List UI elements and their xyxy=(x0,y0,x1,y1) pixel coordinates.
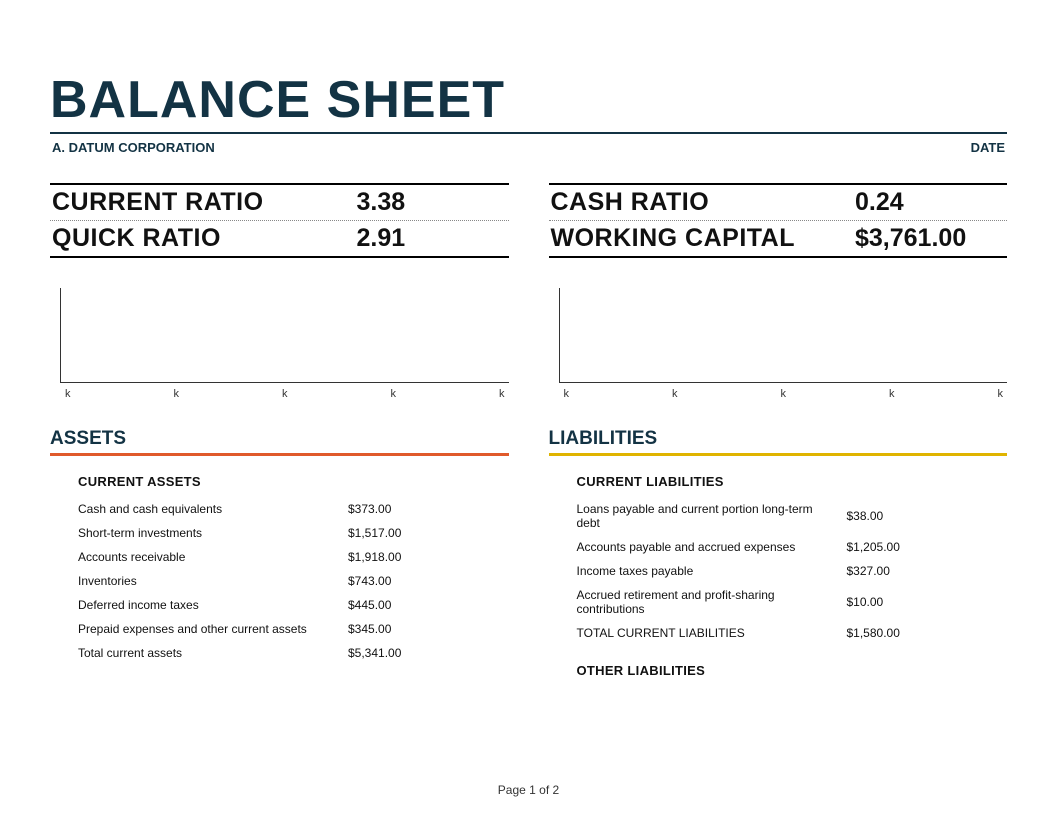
tick: k xyxy=(174,388,180,400)
ratio-value: 2.91 xyxy=(357,224,507,253)
line-item: Cash and cash equivalents$373.00 xyxy=(78,497,509,521)
ratio-label: CASH RATIO xyxy=(551,188,710,217)
ratio-panel: CURRENT RATIO 3.38 QUICK RATIO 2.91 CASH… xyxy=(50,183,1007,258)
line-item: Income taxes payable$327.00 xyxy=(577,559,1008,583)
ratio-value: 0.24 xyxy=(855,188,1005,217)
line-item: Accrued retirement and profit-sharing co… xyxy=(577,583,1008,621)
line-label: TOTAL CURRENT LIABILITIES xyxy=(577,626,847,640)
date-label: DATE xyxy=(971,140,1005,155)
line-label: Total current assets xyxy=(78,646,348,660)
page-footer: Page 1 of 2 xyxy=(0,783,1057,797)
line-value: $345.00 xyxy=(348,622,458,636)
line-item: Short-term investments$1,517.00 xyxy=(78,521,509,545)
line-label: Inventories xyxy=(78,574,348,588)
line-label: Deferred income taxes xyxy=(78,598,348,612)
ratio-col-right: CASH RATIO 0.24 WORKING CAPITAL $3,761.0… xyxy=(549,183,1008,258)
line-value: $743.00 xyxy=(348,574,458,588)
line-item: Loans payable and current portion long-t… xyxy=(577,497,1008,535)
ratio-value: 3.38 xyxy=(357,188,507,217)
assets-title: ASSETS xyxy=(50,428,509,456)
tick: k xyxy=(564,388,570,400)
line-value: $1,517.00 xyxy=(348,526,458,540)
chart-left: k k k k k xyxy=(60,288,509,383)
tick: k xyxy=(889,388,895,400)
ratio-row: CURRENT RATIO 3.38 xyxy=(50,185,509,220)
other-liabilities-group: OTHER LIABILITIES xyxy=(549,645,1008,678)
ratio-label: QUICK RATIO xyxy=(52,224,221,253)
ratio-label: CURRENT RATIO xyxy=(52,188,264,217)
ratio-col-left: CURRENT RATIO 3.38 QUICK RATIO 2.91 xyxy=(50,183,509,258)
ratio-label: WORKING CAPITAL xyxy=(551,224,796,253)
line-value: $10.00 xyxy=(847,595,957,609)
line-label: Accounts payable and accrued expenses xyxy=(577,540,847,554)
ratio-row: WORKING CAPITAL $3,761.00 xyxy=(549,220,1008,256)
tick: k xyxy=(998,388,1004,400)
line-item: TOTAL CURRENT LIABILITIES$1,580.00 xyxy=(577,621,1008,645)
ratio-value: $3,761.00 xyxy=(855,224,1005,253)
line-label: Accrued retirement and profit-sharing co… xyxy=(577,588,847,616)
group-title: CURRENT ASSETS xyxy=(78,474,509,489)
line-value: $327.00 xyxy=(847,564,957,578)
chart-ticks: k k k k k xyxy=(61,388,509,400)
page-subheader: A. DATUM CORPORATION DATE xyxy=(50,134,1007,155)
charts-row: k k k k k k k k k k xyxy=(50,288,1007,383)
line-label: Income taxes payable xyxy=(577,564,847,578)
group-title: OTHER LIABILITIES xyxy=(577,663,1008,678)
liabilities-title: LIABILITIES xyxy=(549,428,1008,456)
sections: ASSETS CURRENT ASSETS Cash and cash equi… xyxy=(50,428,1007,686)
line-label: Prepaid expenses and other current asset… xyxy=(78,622,348,636)
line-item: Total current assets$5,341.00 xyxy=(78,641,509,665)
line-value: $445.00 xyxy=(348,598,458,612)
line-item: Accounts receivable$1,918.00 xyxy=(78,545,509,569)
tick: k xyxy=(282,388,288,400)
current-assets-group: CURRENT ASSETS Cash and cash equivalents… xyxy=(50,456,509,665)
tick: k xyxy=(781,388,787,400)
line-label: Loans payable and current portion long-t… xyxy=(577,502,847,530)
tick: k xyxy=(672,388,678,400)
company-name: A. DATUM CORPORATION xyxy=(52,140,215,155)
line-value: $38.00 xyxy=(847,509,957,523)
liabilities-section: LIABILITIES CURRENT LIABILITIES Loans pa… xyxy=(549,428,1008,686)
line-value: $1,205.00 xyxy=(847,540,957,554)
line-item: Deferred income taxes$445.00 xyxy=(78,593,509,617)
assets-section: ASSETS CURRENT ASSETS Cash and cash equi… xyxy=(50,428,509,686)
current-liabilities-group: CURRENT LIABILITIES Loans payable and cu… xyxy=(549,456,1008,645)
line-item: Inventories$743.00 xyxy=(78,569,509,593)
ratio-row: QUICK RATIO 2.91 xyxy=(50,220,509,256)
line-item: Accounts payable and accrued expenses$1,… xyxy=(577,535,1008,559)
tick: k xyxy=(391,388,397,400)
ratio-row: CASH RATIO 0.24 xyxy=(549,185,1008,220)
line-label: Short-term investments xyxy=(78,526,348,540)
line-item: Prepaid expenses and other current asset… xyxy=(78,617,509,641)
line-value: $5,341.00 xyxy=(348,646,458,660)
tick: k xyxy=(65,388,71,400)
chart-ticks: k k k k k xyxy=(560,388,1008,400)
group-title: CURRENT LIABILITIES xyxy=(577,474,1008,489)
line-label: Cash and cash equivalents xyxy=(78,502,348,516)
line-label: Accounts receivable xyxy=(78,550,348,564)
page-title: BALANCE SHEET xyxy=(50,70,1007,134)
line-value: $373.00 xyxy=(348,502,458,516)
line-value: $1,918.00 xyxy=(348,550,458,564)
line-value: $1,580.00 xyxy=(847,626,957,640)
tick: k xyxy=(499,388,505,400)
chart-right: k k k k k xyxy=(559,288,1008,383)
